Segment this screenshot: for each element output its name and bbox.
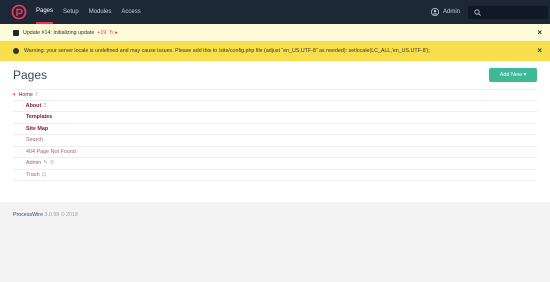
main-nav: Pages Setup Modules Access [36,0,151,24]
progress-icons: ↻ ▸ [109,29,118,36]
nav-pages[interactable]: Pages [36,0,54,24]
top-navbar: Pages Setup Modules Access Admin [0,0,550,24]
tree-row-about[interactable]: › About 2 [13,101,537,112]
search-icon [474,9,481,16]
tree-item-label[interactable]: About [26,103,42,109]
tree-item-label[interactable]: Search [26,137,43,143]
close-icon[interactable]: × [537,46,542,55]
warning-icon [13,48,19,54]
tree-row-trash[interactable]: Trash ⊡ [13,170,537,181]
footer-version: 3.0.98 © 2018 [44,212,78,218]
page-tree: ▾ Home 7 › About 2 Templates Site Map Se… [13,89,537,181]
warning-text: Warning: your server locale is undefined… [24,48,430,54]
close-icon[interactable]: × [537,28,542,37]
tree-row-home[interactable]: ▾ Home 7 [13,89,537,101]
add-new-button[interactable]: Add New ▾ [489,68,537,82]
main-content: Pages Add New ▾ ▾ Home 7 › About 2 Templ… [0,61,550,202]
nav-modules[interactable]: Modules [89,0,112,24]
child-count: 2 [43,102,47,109]
child-count: 7 [34,91,38,98]
lock-icon: ⚲ [49,160,54,167]
nav-setup[interactable]: Setup [63,0,79,24]
tree-row-templates[interactable]: Templates [13,112,537,124]
tree-item-label[interactable]: Home [19,92,33,98]
checkbox-icon [13,29,19,36]
tree-item-label[interactable]: 404 Page Not Found [26,149,76,155]
footer: ProcessWire 3.0.98 © 2018 [13,212,78,218]
wrench-icon: ✎ [43,160,48,167]
nav-access[interactable]: Access [121,0,140,24]
warning-notice: Warning: your server locale is undefined… [0,41,550,61]
tree-row-site-map[interactable]: Site Map [13,124,537,135]
user-icon [431,8,439,16]
expand-icon[interactable]: › [22,103,24,109]
user-menu[interactable]: Admin [431,0,460,24]
search-input[interactable] [468,6,548,19]
page-title: Pages [13,68,48,82]
tree-row-search[interactable]: Search [13,135,537,147]
trash-icon: ⊡ [41,171,47,178]
footer-brand[interactable]: ProcessWire [13,212,43,218]
expand-icon[interactable]: ▾ [13,92,16,98]
update-text: Update #14: Initializing update [23,29,95,36]
update-notice: Update #14: Initializing update +19 ↻ ▸ … [0,24,550,41]
processwire-logo[interactable] [11,4,27,20]
tree-item-label[interactable]: Admin [26,160,41,166]
tree-item-label[interactable]: Trash [26,172,40,178]
tree-row-admin[interactable]: Admin ✎ ⚲ [13,158,537,170]
tree-item-label[interactable]: Site Map [26,126,48,132]
update-progress: +19 [97,29,107,36]
user-name: Admin [443,9,461,15]
tree-item-label[interactable]: Templates [26,114,52,120]
tree-row-404[interactable]: 404 Page Not Found [13,147,537,158]
